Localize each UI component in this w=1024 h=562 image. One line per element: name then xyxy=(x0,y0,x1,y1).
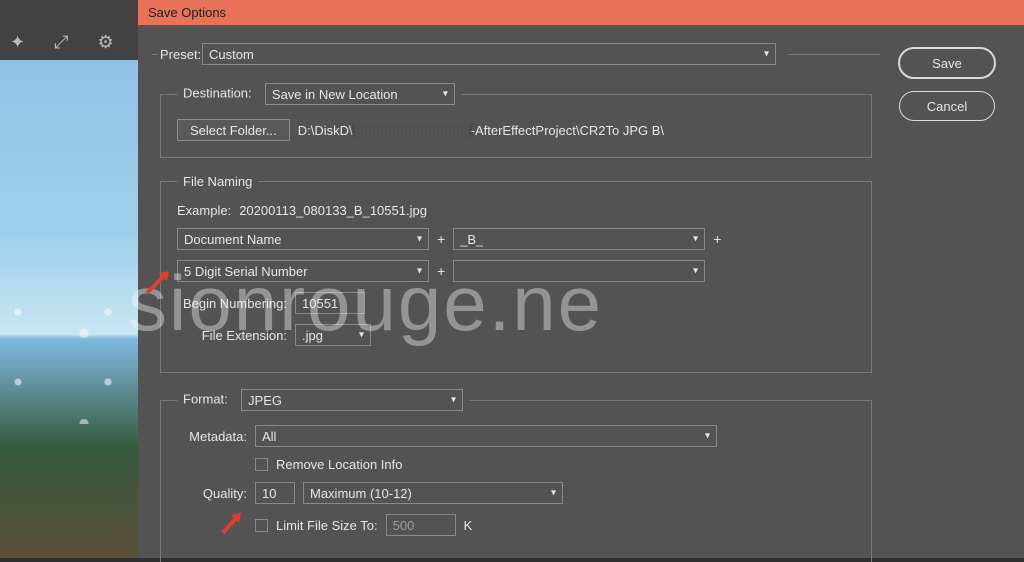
limit-size-row: Limit File Size To: 500 K xyxy=(177,514,855,536)
remove-location-label: Remove Location Info xyxy=(276,457,402,472)
file-naming-group: File Naming Example: 20200113_080133_B_1… xyxy=(160,174,872,373)
metadata-row: Metadata: All▾ xyxy=(177,425,855,447)
format-group: Format: JPEG▾ Metadata: All▾ Remove Loca… xyxy=(160,389,872,562)
preset-select[interactable]: Custom▾ xyxy=(202,43,776,65)
format-legend: Format: JPEG▾ xyxy=(177,389,469,411)
begin-numbering-input[interactable]: 10551 xyxy=(295,292,365,314)
metadata-label: Metadata: xyxy=(177,429,247,444)
plus-icon: + xyxy=(713,231,721,247)
file-extension-row: File Extension: .jpg▾ xyxy=(177,324,855,346)
annotation-arrow-1 xyxy=(143,267,177,297)
dialog-button-panel: Save Cancel xyxy=(892,43,1002,558)
token3-select[interactable]: 5 Digit Serial Number▾ xyxy=(177,260,429,282)
metadata-select[interactable]: All▾ xyxy=(255,425,717,447)
destination-legend: Destination: Save in New Location▾ xyxy=(177,83,461,105)
cancel-button[interactable]: Cancel xyxy=(899,91,995,121)
save-options-dialog: Preset: Custom▾ Destination: Save in New… xyxy=(138,25,1024,558)
preset-label: Preset: xyxy=(160,47,194,62)
plus-icon: + xyxy=(437,263,445,279)
remove-location-checkbox[interactable] xyxy=(255,458,268,471)
plus-icon: + xyxy=(437,231,445,247)
token1-select[interactable]: Document Name▾ xyxy=(177,228,429,250)
token2-select[interactable]: _B_▾ xyxy=(453,228,705,250)
quality-label: Quality: xyxy=(177,486,247,501)
example-label: Example: xyxy=(177,203,231,218)
dialog-title: Save Options xyxy=(148,5,226,20)
begin-numbering-row: Begin Numbering: 10551 xyxy=(177,292,855,314)
select-folder-button[interactable]: Select Folder... xyxy=(177,119,290,141)
remove-location-row: Remove Location Info xyxy=(177,457,855,472)
quality-preset-select[interactable]: Maximum (10-12)▾ xyxy=(303,482,563,504)
destination-mode-select[interactable]: Save in New Location▾ xyxy=(265,83,455,105)
redacted-segment xyxy=(353,125,471,137)
file-extension-select[interactable]: .jpg▾ xyxy=(295,324,371,346)
example-row: Example: 20200113_080133_B_10551.jpg xyxy=(177,203,855,218)
dialog-titlebar: Save Options xyxy=(138,0,1024,25)
limit-size-input[interactable]: 500 xyxy=(386,514,456,536)
token4-select[interactable]: ▾ xyxy=(453,260,705,282)
limit-size-label: Limit File Size To: xyxy=(276,518,378,533)
quality-input[interactable]: 10 xyxy=(255,482,295,504)
file-naming-legend: File Naming xyxy=(177,174,258,189)
naming-token-row-2: 5 Digit Serial Number▾ + ▾ xyxy=(177,260,855,282)
limit-size-checkbox[interactable] xyxy=(255,519,268,532)
begin-numbering-label: Begin Numbering: xyxy=(177,296,287,311)
destination-group: Destination: Save in New Location▾ Selec… xyxy=(160,83,872,158)
destination-path-row: Select Folder... D:\DiskD\-AfterEffectPr… xyxy=(177,119,855,141)
destination-path: D:\DiskD\-AfterEffectProject\CR2To JPG B… xyxy=(298,123,664,138)
example-value: 20200113_080133_B_10551.jpg xyxy=(239,203,427,218)
file-extension-label: File Extension: xyxy=(177,328,287,343)
save-button[interactable]: Save xyxy=(898,47,996,79)
naming-token-row-1: Document Name▾ + _B_▾ + xyxy=(177,228,855,250)
format-select[interactable]: JPEG▾ xyxy=(241,389,463,411)
preset-row: Preset: Custom▾ xyxy=(160,43,872,65)
dialog-main-panel: Preset: Custom▾ Destination: Save in New… xyxy=(160,43,872,558)
quality-row: Quality: 10 Maximum (10-12)▾ xyxy=(177,482,855,504)
limit-size-unit: K xyxy=(464,518,473,533)
